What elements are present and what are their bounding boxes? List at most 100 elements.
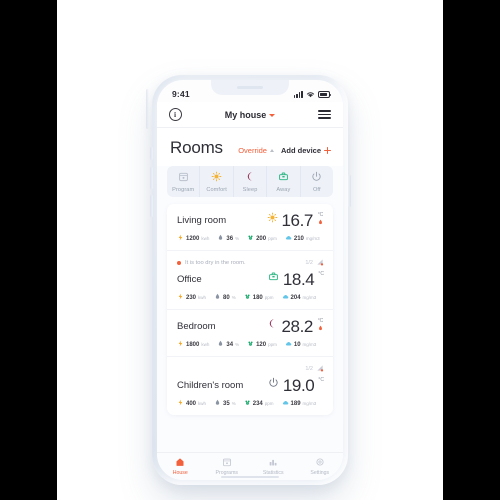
- stat-value: 210: [293, 235, 304, 242]
- temperature-unit: °C: [318, 377, 324, 383]
- mute-switch[interactable]: [149, 147, 153, 160]
- stat-value: 180: [252, 294, 263, 301]
- lightning-icon: [177, 340, 184, 349]
- stat-value: 10: [293, 341, 301, 348]
- stat-unit: ppm: [264, 295, 274, 300]
- room-stats: 400 kwh 35% 234 ppm 189 mg/m3: [177, 399, 324, 408]
- calendar-icon: [167, 171, 199, 185]
- lightning-icon: [177, 399, 184, 408]
- room-stats: 1200 kwh 36% 200 ppm 210 mg/m3: [177, 234, 324, 243]
- stat-unit: mg/m3: [302, 295, 317, 300]
- alert-meta: 1/2: [305, 364, 324, 374]
- room-temperature-group: 28.2 °C: [267, 317, 325, 336]
- house-selector[interactable]: My house: [225, 110, 276, 120]
- stat-item: 200 ppm: [247, 234, 277, 243]
- mode-off[interactable]: Off: [301, 166, 333, 197]
- room-temperature-group: 16.7 °C: [267, 211, 325, 230]
- cloud-icon: [282, 293, 289, 302]
- battery-icon: [318, 91, 332, 98]
- chevron-up-icon: [269, 149, 274, 152]
- moon-icon: [267, 317, 278, 336]
- stat-item: 180 ppm: [244, 293, 274, 302]
- room-alert: 1/2: [177, 364, 324, 374]
- stat-item: 10 mg/m3: [285, 340, 316, 349]
- co2-icon: [244, 399, 251, 408]
- stat-unit: mg/m3: [302, 342, 317, 347]
- mode-program[interactable]: Program: [167, 166, 201, 197]
- room-stats: 230 kwh 80% 180 ppm 204 mg/m3: [177, 293, 324, 302]
- power-icon: [301, 171, 333, 185]
- stat-unit: kwh: [201, 342, 210, 347]
- mode-selector: Program Comfort Sleep Away Off: [167, 166, 333, 197]
- menu-button[interactable]: [318, 108, 332, 122]
- stat-value: 1800: [186, 341, 200, 348]
- power-button[interactable]: [347, 175, 351, 207]
- stat-value: 234: [252, 400, 263, 407]
- mode-sleep[interactable]: Sleep: [234, 166, 268, 197]
- stat-value: 200: [256, 235, 267, 242]
- override-button[interactable]: Override: [238, 146, 274, 155]
- temperature-unit-group: °C: [317, 211, 324, 229]
- volume-up-button[interactable]: [149, 167, 153, 189]
- stat-unit: ppm: [268, 342, 277, 347]
- home-indicator[interactable]: [221, 475, 279, 478]
- stat-item: 400 kwh: [177, 399, 206, 408]
- stat-item: 1200 kwh: [177, 234, 209, 243]
- stat-value: 120: [256, 341, 267, 348]
- room-name: Children's room: [177, 380, 244, 391]
- temperature-unit: °C: [317, 318, 324, 324]
- page-title: Rooms: [170, 138, 223, 157]
- alert-meta: 1/2: [305, 258, 324, 268]
- stat-item: 80%: [214, 293, 236, 302]
- room-main-row: Office 18.4 °C: [177, 270, 324, 289]
- lightning-icon: [177, 293, 184, 302]
- app-bar: i My house: [157, 102, 343, 128]
- room-card[interactable]: 1/2 Children's room 19.0 °C 400 kwh 35% 234 ppm 1…: [167, 357, 333, 415]
- bezel-highlight: [146, 89, 149, 129]
- room-temperature: 16.7: [281, 211, 314, 230]
- status-icons: [293, 90, 332, 98]
- stat-item: 1800 kwh: [177, 340, 209, 349]
- stat-value: 189: [290, 400, 301, 407]
- stat-unit: kwh: [198, 401, 207, 406]
- gear-icon: [297, 457, 344, 469]
- room-card[interactable]: Bedroom 28.2 °C 1800 kwh 34% 120 ppm 10 mg/m3: [167, 310, 333, 357]
- volume-down-button[interactable]: [149, 195, 153, 217]
- temperature-unit-group: °C: [317, 317, 324, 335]
- info-button[interactable]: i: [168, 108, 182, 122]
- tab-house[interactable]: House: [157, 457, 204, 476]
- stat-unit: %: [235, 236, 240, 241]
- sensor-count: 1/2: [305, 366, 313, 372]
- stat-unit: %: [235, 342, 240, 347]
- tab-label: House: [172, 470, 188, 476]
- stat-unit: ppm: [264, 401, 274, 406]
- tab-statistics[interactable]: Statistics: [250, 457, 297, 476]
- chevron-down-icon: [269, 113, 276, 117]
- briefcase-icon: [268, 270, 279, 289]
- mode-away[interactable]: Away: [267, 166, 301, 197]
- tab-settings[interactable]: Settings: [297, 457, 344, 476]
- stat-value: 36: [226, 235, 234, 242]
- room-card[interactable]: Living room 16.7 °C 1200 kwh 36% 200 ppm 210 mg/m…: [167, 204, 333, 251]
- sensor-count: 1/2: [305, 260, 313, 266]
- add-device-label: Add device: [280, 146, 321, 155]
- stat-unit: kwh: [201, 236, 210, 241]
- stat-value: 204: [290, 294, 301, 301]
- temperature-unit-group: °C: [318, 376, 324, 383]
- mode-comfort[interactable]: Comfort: [200, 166, 234, 197]
- tab-programs[interactable]: Programs: [204, 457, 251, 476]
- co2-icon: [247, 340, 254, 349]
- stat-unit: ppm: [268, 236, 277, 241]
- stat-item: 34%: [217, 340, 239, 349]
- room-temperature-group: 18.4 °C: [268, 270, 324, 289]
- room-temperature-group: 19.0 °C: [268, 376, 324, 395]
- stat-item: 120 ppm: [247, 340, 277, 349]
- room-alert: It is too dry in the room. 1/2: [177, 258, 324, 268]
- phone-device: 9:41 i My house Rooms Override Add devic…: [146, 75, 351, 485]
- content-area: Rooms Override Add device Program Comfort…: [157, 128, 343, 452]
- phone-screen: 9:41 i My house Rooms Override Add devic…: [157, 80, 343, 480]
- add-device-button[interactable]: Add device: [281, 146, 331, 155]
- room-card[interactable]: It is too dry in the room. 1/2 Office 18.4 °…: [167, 251, 333, 310]
- stat-value: 400: [186, 400, 197, 407]
- override-label: Override: [238, 146, 267, 155]
